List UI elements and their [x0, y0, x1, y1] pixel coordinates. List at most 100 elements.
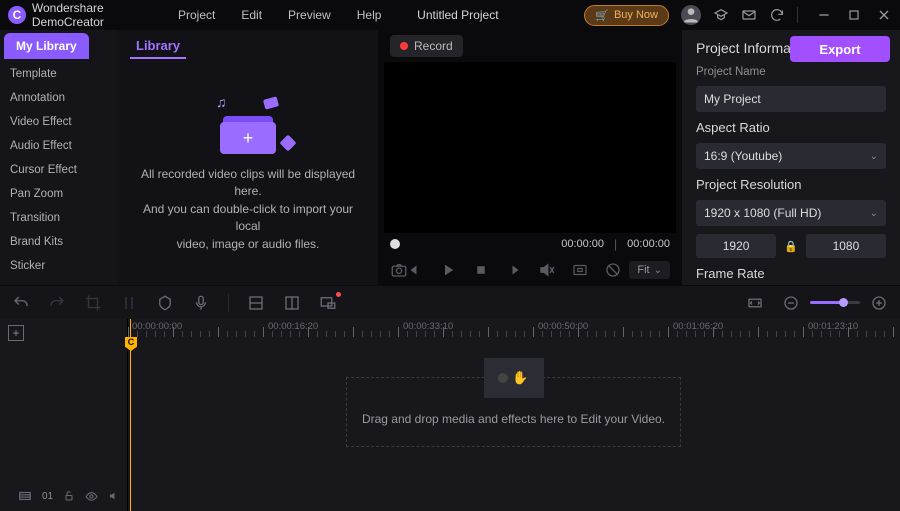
library-tab[interactable]: Library [130, 34, 186, 59]
close-icon[interactable] [876, 7, 892, 23]
preview-controls: Fit ⌄ [384, 255, 676, 285]
split-icon[interactable] [120, 294, 138, 312]
buy-label: Buy Now [614, 9, 658, 21]
window-controls [816, 7, 892, 23]
zoom-fit-select[interactable]: Fit ⌄ [629, 261, 670, 279]
app-logo-icon: C [8, 6, 26, 24]
zoom-in-icon[interactable] [870, 294, 888, 312]
timeline-ruler[interactable]: 00:00:00:00 00:00:16:20 00:00:33:10 00:0… [128, 319, 900, 337]
import-folder-icon: ♫ + [208, 94, 288, 154]
library-panel: Library ♫ + All recorded video clips wil… [118, 30, 378, 285]
track-mute-icon[interactable] [108, 490, 120, 502]
sidebar-item-audio-effect[interactable]: Audio Effect [0, 134, 118, 158]
play-icon[interactable] [439, 261, 457, 279]
chevron-down-icon: ⌄ [870, 151, 878, 162]
sync-icon[interactable] [769, 7, 785, 23]
library-empty-text: All recorded video clips will be display… [136, 166, 360, 253]
ruler-label: 00:00:50:00 [538, 321, 588, 332]
academic-icon[interactable] [713, 7, 729, 23]
layout1-icon[interactable] [247, 294, 265, 312]
resolution-select[interactable]: 1920 x 1080 (Full HD) ⌄ [696, 200, 886, 226]
resolution-label: Project Resolution [696, 177, 886, 192]
app-name: Wondershare DemoCreator [32, 1, 178, 29]
preview-toolbar: Record [384, 30, 676, 62]
ruler-label: 00:01:23:10 [808, 321, 858, 332]
sidebar-item-annotation[interactable]: Annotation [0, 86, 118, 110]
crop-icon[interactable] [84, 294, 102, 312]
width-input[interactable]: 1920 [696, 234, 776, 258]
project-name-input[interactable] [696, 86, 886, 112]
scrub-knob[interactable] [390, 239, 400, 249]
ruler-label: 00:00:00:00 [132, 321, 182, 332]
account-avatar-icon[interactable] [681, 5, 701, 25]
library-empty-state[interactable]: ♫ + All recorded video clips will be dis… [118, 62, 378, 285]
snapshot-icon[interactable] [390, 261, 408, 279]
fit-timeline-icon[interactable] [746, 294, 764, 312]
aspect-ratio-select[interactable]: 16:9 (Youtube) ⌄ [696, 143, 886, 169]
voiceover-icon[interactable] [192, 294, 210, 312]
divider [228, 294, 229, 312]
drop-thumb-icon: ✋ [484, 358, 544, 398]
next-frame-icon[interactable] [505, 261, 523, 279]
record-button[interactable]: Record [390, 35, 463, 57]
titlebar: C Wondershare DemoCreator Project Edit P… [0, 0, 900, 30]
sidebar-item-sticker[interactable]: Sticker [0, 254, 118, 278]
sidebar-item-brand-kits[interactable]: Brand Kits [0, 230, 118, 254]
marker-icon[interactable] [156, 294, 174, 312]
timeline-gutter: + 01 [0, 319, 128, 511]
resolution-value: 1920 x 1080 (Full HD) [704, 206, 821, 220]
track-filmstrip-icon[interactable] [18, 489, 32, 503]
zoom-out-icon[interactable] [782, 294, 800, 312]
ruler-label: 00:00:16:20 [268, 321, 318, 332]
track-unlock-icon[interactable] [63, 490, 75, 502]
person-icon [681, 5, 701, 25]
safe-zone-icon[interactable] [604, 261, 622, 279]
minimize-icon[interactable] [816, 7, 832, 23]
playhead[interactable]: C [130, 319, 131, 511]
sidebar-tab-mylibrary[interactable]: My Library [4, 33, 89, 59]
zoom-slider[interactable] [810, 301, 860, 304]
timeline-dropzone[interactable]: ✋ Drag and drop media and effects here t… [346, 377, 681, 447]
layout2-icon[interactable] [283, 294, 301, 312]
height-input[interactable]: 1080 [806, 234, 886, 258]
cart-icon: 🛒 [595, 9, 609, 22]
mail-icon[interactable] [741, 7, 757, 23]
frame-rate-label: Frame Rate [696, 266, 886, 281]
redo-icon[interactable] [48, 294, 66, 312]
resolution-dimensions: 1920 🔒 1080 [696, 234, 886, 258]
sidebar-item-template[interactable]: Template [0, 62, 118, 86]
record-dot-icon [400, 42, 408, 50]
undo-icon[interactable] [12, 294, 30, 312]
timeline-bottom-controls: 01 [0, 489, 120, 503]
zoom-knob[interactable] [839, 298, 848, 307]
timeline: + 01 00:00:00:00 00:00:16:20 00:00:33:10… [0, 319, 900, 511]
aspect-ratio-value: 16:9 (Youtube) [704, 149, 782, 163]
timeline-main[interactable]: 00:00:00:00 00:00:16:20 00:00:33:10 00:0… [128, 319, 900, 511]
divider: | [614, 237, 617, 251]
sidebar-item-cursor-effect[interactable]: Cursor Effect [0, 158, 118, 182]
sidebar-item-video-effect[interactable]: Video Effect [0, 110, 118, 134]
volume-icon[interactable] [538, 261, 556, 279]
sidebar-item-pan-zoom[interactable]: Pan Zoom [0, 182, 118, 206]
ruler-label: 00:00:33:10 [403, 321, 453, 332]
timeline-toolbar [0, 285, 900, 319]
aspect-ratio-label: Aspect Ratio [696, 120, 886, 135]
prev-frame-icon[interactable] [406, 261, 424, 279]
pip-icon[interactable] [319, 294, 337, 312]
menu-preview[interactable]: Preview [288, 8, 331, 22]
stop-icon[interactable] [472, 261, 490, 279]
menu-edit[interactable]: Edit [241, 8, 262, 22]
ruler-label: 00:01:06:20 [673, 321, 723, 332]
aspect-lock-icon[interactable] [571, 261, 589, 279]
maximize-icon[interactable] [846, 7, 862, 23]
buy-now-button[interactable]: 🛒 Buy Now [584, 5, 669, 26]
project-name-label: Project Name [696, 66, 886, 78]
preview-screen[interactable] [384, 62, 676, 233]
menu-project[interactable]: Project [178, 8, 215, 22]
export-button[interactable]: Export [790, 36, 890, 62]
add-track-button[interactable]: + [8, 325, 24, 341]
lock-icon[interactable]: 🔒 [784, 240, 798, 253]
sidebar-item-transition[interactable]: Transition [0, 206, 118, 230]
track-visible-icon[interactable] [85, 490, 98, 503]
titlebar-right: 🛒 Buy Now [584, 5, 892, 26]
